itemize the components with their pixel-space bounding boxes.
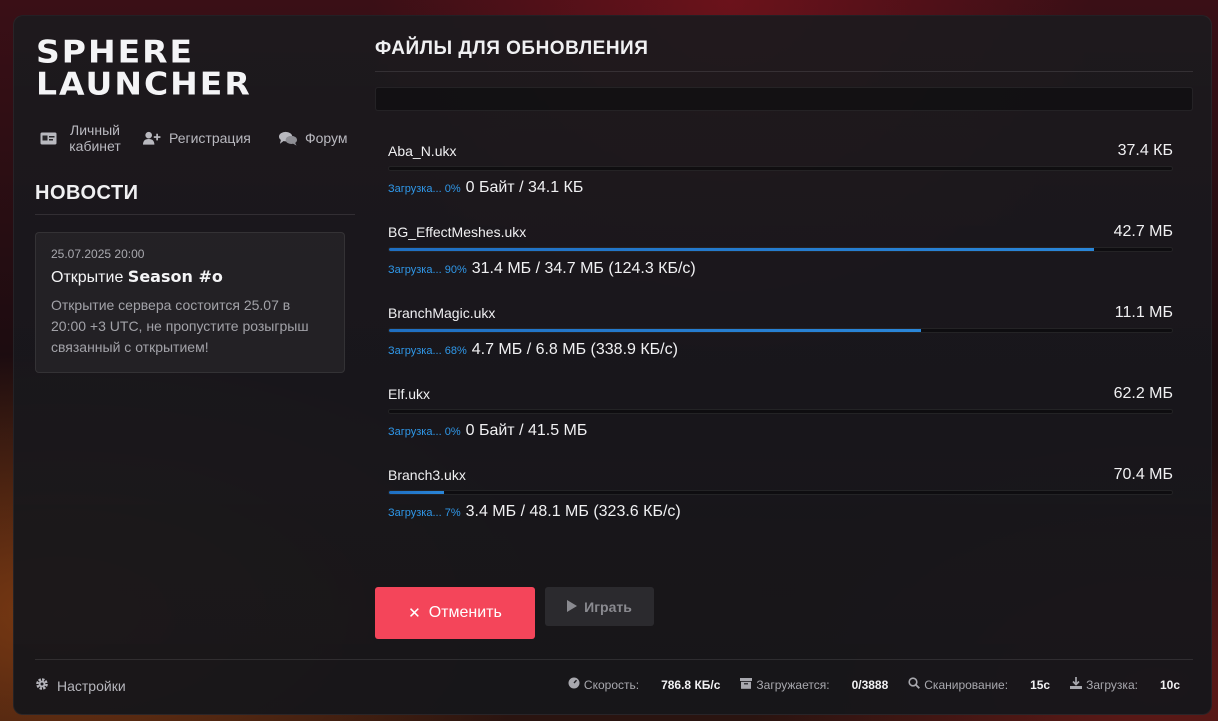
- logo-line-2: LAUNCHER: [36, 65, 252, 103]
- file-status-label: Загрузка... 0%: [388, 183, 461, 195]
- file-row: Elf.ukx 62.2 МБ Загрузка... 0% 0 Байт / …: [388, 385, 1173, 467]
- status-bar: Скорость: 786.8 КБ/с Загружается: 0/3888…: [568, 677, 1180, 692]
- file-status: Загрузка... 68% 4.7 МБ / 6.8 МБ (338.9 К…: [388, 341, 678, 359]
- play-button[interactable]: Играть: [545, 587, 654, 626]
- file-status-label: Загрузка... 90%: [388, 264, 467, 276]
- stat-loading: Загружается: 0/3888: [740, 677, 908, 692]
- stat-speed: Скорость: 786.8 КБ/с: [568, 677, 740, 692]
- stat-scan-value: 15с: [1030, 677, 1051, 692]
- gear-icon: [35, 677, 49, 694]
- news-headline-bold: Season #o: [127, 267, 223, 286]
- file-progress-track: [388, 328, 1173, 333]
- stat-speed-label: Скорость:: [583, 677, 640, 692]
- logo-line-1: SPHERE: [36, 33, 195, 71]
- file-status: Загрузка... 7% 3.4 МБ / 48.1 МБ (323.6 К…: [388, 503, 681, 521]
- file-status-detail: 4.7 МБ / 6.8 МБ (338.9 КБ/с): [471, 341, 678, 358]
- file-row: BranchMagic.ukx 11.1 МБ Загрузка... 68% …: [388, 304, 1173, 386]
- file-progress-track: [388, 166, 1173, 171]
- play-button-label: Играть: [584, 598, 632, 615]
- page-title: ФАЙЛЫ ДЛЯ ОБНОВЛЕНИЯ: [375, 38, 649, 59]
- divider: [35, 659, 1193, 660]
- file-name: Aba_N.ukx: [388, 143, 457, 159]
- logo: SPHERE LAUNCHER: [36, 36, 252, 100]
- file-status-detail: 3.4 МБ / 48.1 МБ (323.6 КБ/с): [465, 503, 681, 520]
- overall-progress-bar: [375, 87, 1193, 111]
- file-name: BG_EffectMeshes.ukx: [388, 224, 527, 240]
- file-status-detail: 0 Байт / 41.5 МБ: [465, 422, 588, 439]
- comments-icon: [279, 130, 297, 146]
- news-date: 25.07.2025 20:00: [51, 247, 145, 261]
- file-list: Aba_N.ukx 37.4 КБ Загрузка... 0% 0 Байт …: [388, 142, 1173, 548]
- file-progress-fill: [389, 491, 444, 494]
- speedometer-icon: [568, 677, 580, 692]
- nav-personal-cabinet-label: Личный кабинет: [69, 122, 121, 154]
- file-status-label: Загрузка... 7%: [388, 507, 461, 519]
- stat-download: Загрузка: 10с: [1070, 677, 1180, 692]
- file-row: BG_EffectMeshes.ukx 42.7 МБ Загрузка... …: [388, 223, 1173, 305]
- file-progress-fill: [389, 248, 1094, 251]
- stat-loading-label: Загружается:: [756, 677, 830, 692]
- cancel-button[interactable]: ✕ Отменить: [375, 587, 535, 639]
- nav-forum-label: Форум: [305, 130, 348, 146]
- file-size: 62.2 МБ: [1113, 385, 1173, 402]
- file-name: BranchMagic.ukx: [388, 305, 496, 321]
- settings-label: Настройки: [57, 677, 126, 694]
- close-icon: ✕: [408, 605, 421, 622]
- file-size: 11.1 МБ: [1114, 304, 1173, 321]
- file-row: Aba_N.ukx 37.4 КБ Загрузка... 0% 0 Байт …: [388, 142, 1173, 224]
- nav-forum[interactable]: Форум: [279, 122, 348, 154]
- file-status-detail: 31.4 МБ / 34.7 МБ (124.3 КБ/с): [471, 260, 696, 277]
- stat-loading-value: 0/3888: [851, 677, 889, 692]
- stat-download-label: Загрузка:: [1086, 677, 1138, 692]
- nav-registration[interactable]: Регистрация: [143, 122, 279, 154]
- stat-scan-label: Сканирование:: [924, 677, 1009, 692]
- archive-icon: [740, 677, 753, 692]
- news-body: Открытие сервера состоится 25.07 в 20:00…: [51, 297, 309, 355]
- divider: [35, 214, 355, 215]
- file-status: Загрузка... 0% 0 Байт / 34.1 КБ: [388, 179, 583, 197]
- search-icon: [908, 677, 921, 692]
- nav-personal-cabinet[interactable]: Личный кабинет: [39, 122, 143, 154]
- file-size: 37.4 КБ: [1117, 142, 1173, 159]
- stat-scan: Сканирование: 15с: [908, 677, 1070, 692]
- user-plus-icon: [143, 130, 161, 146]
- cancel-button-label: Отменить: [428, 604, 502, 621]
- play-icon: [567, 599, 578, 615]
- file-progress-track: [388, 247, 1173, 252]
- file-status: Загрузка... 0% 0 Байт / 41.5 МБ: [388, 422, 587, 440]
- file-status-label: Загрузка... 0%: [388, 426, 461, 438]
- divider: [375, 71, 1193, 72]
- news-heading: НОВОСТИ: [35, 182, 139, 204]
- stat-speed-value: 786.8 КБ/с: [661, 677, 721, 692]
- file-name: Elf.ukx: [388, 386, 431, 402]
- settings-button[interactable]: Настройки: [35, 677, 126, 694]
- file-status-detail: 0 Байт / 34.1 КБ: [465, 179, 584, 196]
- news-headline-prefix: Открытие: [51, 269, 124, 286]
- file-row: Branch3.ukx 70.4 МБ Загрузка... 7% 3.4 М…: [388, 466, 1173, 548]
- file-status-label: Загрузка... 68%: [388, 345, 467, 357]
- nav-links: Личный кабинет Регистрация Форум: [39, 122, 348, 154]
- launcher-window: SPHERE LAUNCHER Личный кабинет Регистрац…: [13, 15, 1212, 715]
- file-progress-track: [388, 490, 1173, 495]
- file-name: Branch3.ukx: [388, 467, 466, 483]
- news-headline: Открытие Season #o: [51, 267, 329, 287]
- download-icon: [1070, 677, 1083, 692]
- file-progress-track: [388, 409, 1173, 414]
- file-progress-fill: [389, 329, 922, 332]
- file-size: 70.4 МБ: [1113, 466, 1173, 483]
- nav-registration-label: Регистрация: [169, 130, 251, 146]
- file-size: 42.7 МБ: [1113, 223, 1173, 240]
- id-card-icon: [39, 130, 57, 146]
- news-card[interactable]: 25.07.2025 20:00 Открытие Season #o Откр…: [35, 232, 345, 373]
- file-status: Загрузка... 90% 31.4 МБ / 34.7 МБ (124.3…: [388, 260, 696, 278]
- stat-download-value: 10с: [1159, 677, 1180, 692]
